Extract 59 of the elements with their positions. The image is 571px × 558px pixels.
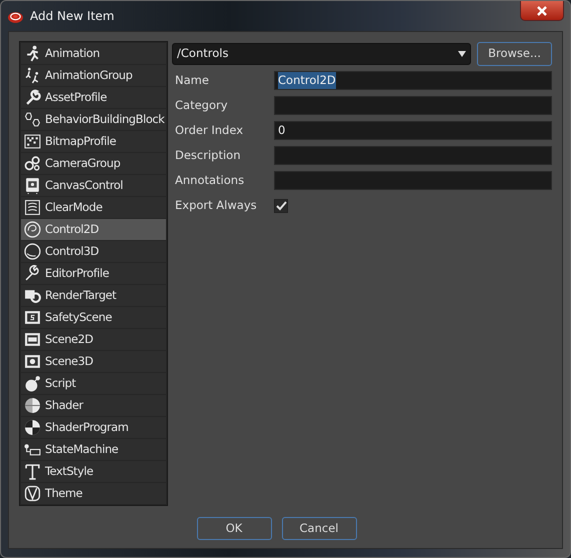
list-item[interactable]: BitmapProfile bbox=[21, 131, 166, 152]
list-item[interactable]: TextStyle bbox=[21, 461, 166, 482]
input-field[interactable] bbox=[274, 171, 552, 190]
list-item[interactable]: StateMachine bbox=[21, 439, 166, 460]
list-item[interactable]: CanvasControl bbox=[21, 175, 166, 196]
list-item[interactable]: Shader bbox=[21, 395, 166, 416]
list-item[interactable]: AssetProfile bbox=[21, 87, 166, 108]
circle-icon bbox=[24, 243, 41, 260]
field-label: Description bbox=[174, 146, 242, 164]
close-button[interactable] bbox=[520, 1, 564, 21]
list-item[interactable]: SafetyScene bbox=[21, 307, 166, 328]
runners-icon bbox=[24, 67, 41, 84]
field-label: Name bbox=[174, 72, 210, 89]
dropdown-arrow-icon bbox=[458, 51, 466, 57]
theme-icon bbox=[24, 485, 41, 502]
field-label: Category bbox=[174, 96, 229, 114]
serif-letter-icon bbox=[24, 463, 41, 480]
field-label: Export Always bbox=[174, 196, 258, 214]
film-s-icon bbox=[24, 309, 41, 326]
wrench-icon bbox=[24, 265, 41, 282]
list-item[interactable]: Scene2D bbox=[21, 329, 166, 350]
list-item[interactable]: AnimationGroup bbox=[21, 65, 166, 86]
list-item[interactable]: ShaderProgram bbox=[21, 417, 166, 438]
runner-icon bbox=[24, 45, 41, 62]
input-field[interactable] bbox=[274, 146, 552, 165]
list-item[interactable]: RenderTarget bbox=[21, 285, 166, 306]
list-item[interactable]: Scene3D bbox=[21, 351, 166, 372]
bitmap-icon bbox=[24, 133, 41, 150]
close-icon bbox=[536, 6, 548, 16]
waves-icon bbox=[24, 199, 41, 216]
half-shaded-circle-icon bbox=[24, 397, 41, 414]
input-field[interactable]: 0 bbox=[274, 121, 552, 140]
wrench-icon bbox=[24, 89, 41, 106]
ok-button[interactable]: OK bbox=[196, 517, 272, 540]
list-item[interactable]: Control2D bbox=[21, 219, 166, 240]
location-dropdown[interactable]: /Controls bbox=[172, 43, 471, 65]
list-item[interactable]: Animation bbox=[21, 43, 166, 64]
bomb-icon bbox=[24, 375, 41, 392]
hexagons-icon bbox=[24, 111, 41, 128]
list-item[interactable]: EditorProfile bbox=[21, 263, 166, 284]
window-title: Add New Item bbox=[30, 8, 114, 25]
input-field[interactable]: Control2D bbox=[274, 71, 552, 90]
list-item[interactable]: Script bbox=[21, 373, 166, 394]
list-item[interactable]: BehaviorBuildingBlock bbox=[21, 109, 166, 130]
list-item[interactable]: Theme bbox=[21, 483, 166, 504]
list-item[interactable]: CameraGroup bbox=[21, 153, 166, 174]
checkbox[interactable] bbox=[274, 198, 288, 212]
cancel-button[interactable]: Cancel bbox=[282, 517, 356, 540]
input-field[interactable] bbox=[274, 96, 552, 115]
film-rectangle-icon bbox=[24, 331, 41, 348]
spiral-circle-icon bbox=[24, 221, 41, 238]
canvas-icon bbox=[24, 177, 41, 194]
list-item[interactable]: ClearMode bbox=[21, 197, 166, 218]
state-diagram-icon bbox=[24, 441, 41, 458]
field-label: Annotations bbox=[174, 172, 246, 189]
list-item[interactable]: Control3D bbox=[21, 241, 166, 262]
quartered-circle-icon bbox=[24, 419, 41, 436]
browse-button[interactable]: Browse... bbox=[477, 42, 552, 66]
field-label: Order Index bbox=[174, 122, 244, 139]
